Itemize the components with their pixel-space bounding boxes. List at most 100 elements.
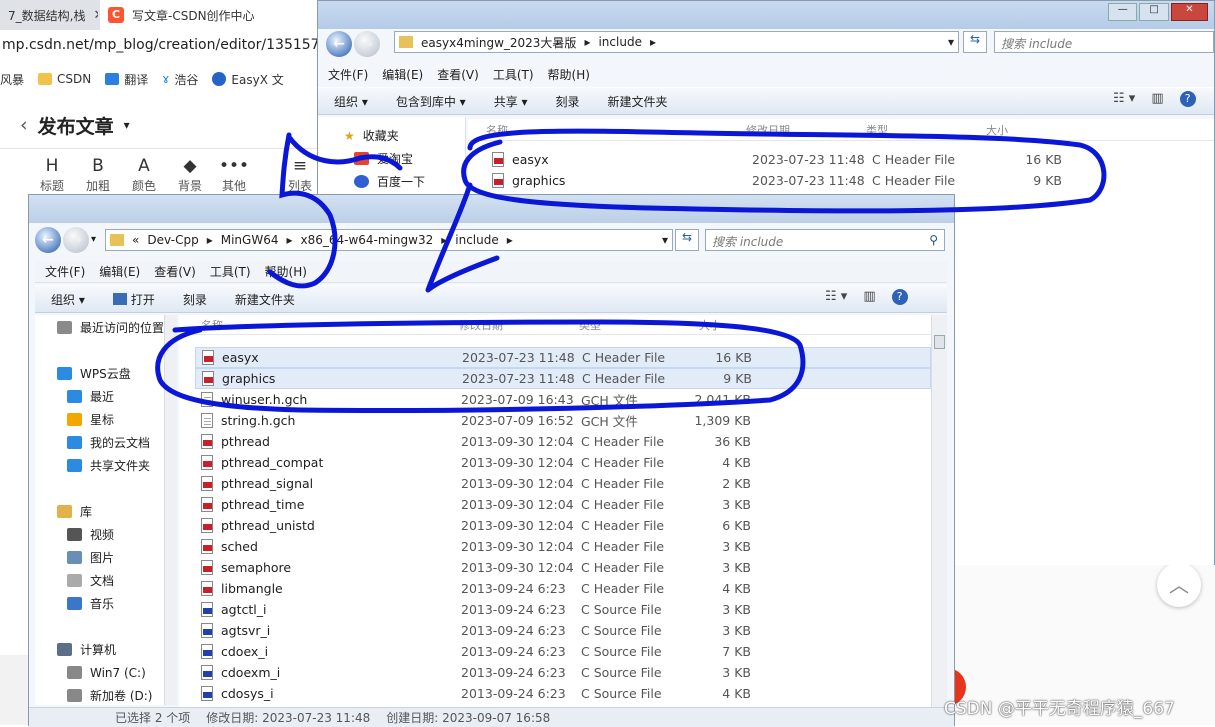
more-button[interactable]: ••• 其他 xyxy=(214,155,254,194)
column-name[interactable]: 名称 xyxy=(486,122,746,138)
search-input[interactable]: 搜索 include xyxy=(994,31,1214,53)
background-button[interactable]: ◆ 背景 xyxy=(170,155,210,194)
file-row[interactable]: graphics 2023-07-23 11:48 C Header File 9 K… xyxy=(195,368,931,389)
file-row[interactable]: libmangle 2013-09-24 6:23 C Header File 4 K… xyxy=(195,578,931,599)
file-row[interactable]: cdosys_i 2013-09-24 6:23 C Source File 4 KB xyxy=(195,683,931,704)
file-row[interactable]: easyx 2023-07-23 11:48 C Header File 16 … xyxy=(468,149,1214,170)
back-chevron-icon[interactable]: ‹ xyxy=(20,114,28,136)
heading-button[interactable]: H 标题 xyxy=(32,155,72,194)
chevron-down-icon[interactable]: ▾ xyxy=(948,35,954,49)
open-button[interactable]: 打开 xyxy=(112,291,155,308)
scroll-top-icon[interactable]: ︿ xyxy=(1157,563,1201,607)
chevron-down-icon[interactable]: ▾ xyxy=(662,233,668,247)
file-row[interactable]: agtsvr_i 2013-09-24 6:23 C Source File 3 KB xyxy=(195,620,931,641)
nav-item[interactable]: 图片 xyxy=(35,546,176,569)
file-row[interactable]: semaphore 2013-09-30 12:04 C Header File 3 … xyxy=(195,557,931,578)
bookmark-item[interactable]: EasyX 文 xyxy=(212,71,284,88)
column-type[interactable]: 类型 xyxy=(866,122,986,138)
organize-button[interactable]: 组织 ▾ xyxy=(51,291,85,308)
menu-item[interactable]: 文件(F) xyxy=(328,66,368,83)
column-name[interactable]: 名称 xyxy=(201,317,459,333)
nav-item[interactable]: 百度一下 xyxy=(318,170,465,193)
menu-item[interactable]: 查看(V) xyxy=(154,263,196,280)
organize-button[interactable]: 组织 ▾ xyxy=(334,93,368,110)
file-row[interactable]: agtctl_i 2013-09-24 6:23 C Source File 3 KB xyxy=(195,599,931,620)
refresh-icon[interactable]: ⇆ xyxy=(963,31,987,53)
nav-item[interactable]: 库 xyxy=(35,500,176,523)
menu-item[interactable]: 文件(F) xyxy=(45,263,85,280)
list-button[interactable]: ≡ 列表 xyxy=(280,155,320,194)
forward-arrow-icon[interactable]: → xyxy=(63,227,89,253)
bookmark-item[interactable]: CSDN xyxy=(38,72,91,86)
menu-item[interactable]: 编辑(E) xyxy=(382,66,423,83)
file-row[interactable]: pthread_unistd 2013-09-30 12:04 C Header F… xyxy=(195,515,931,536)
file-row[interactable]: winuser.h.gch 2023-07-09 16:43 GCH 文件 2,041… xyxy=(195,389,931,410)
bookmark-item[interactable]: 风暴 xyxy=(0,71,24,88)
file-row[interactable]: sched 2013-09-30 12:04 C Header File 3 KB xyxy=(195,536,931,557)
browser-tab-active[interactable]: C 写文章-CSDN创作中心 xyxy=(100,0,318,30)
nav-item[interactable]: 共享文件夹 xyxy=(35,454,176,477)
share-button[interactable]: 共享 ▾ xyxy=(494,93,528,110)
nav-scrollbar[interactable] xyxy=(164,315,177,705)
nav-item[interactable]: 最近访问的位置 xyxy=(35,316,176,339)
chevron-down-icon[interactable]: ▾ xyxy=(91,227,96,253)
file-row[interactable]: pthread_signal 2013-09-30 12:04 C Header F… xyxy=(195,473,931,494)
burn-button[interactable]: 刻录 xyxy=(556,93,580,110)
back-arrow-icon[interactable]: ← xyxy=(326,31,352,57)
view-options-icon[interactable]: ☷ ▾ xyxy=(1113,91,1135,107)
search-input[interactable]: 搜索 include ⚲ xyxy=(705,229,945,251)
address-bar[interactable]: mp.csdn.net/mp_blog/creation/editor/1351… xyxy=(0,32,318,60)
close-icon[interactable]: ✕ xyxy=(93,8,98,23)
nav-item[interactable]: 音乐 xyxy=(35,592,176,615)
chevron-down-icon[interactable]: ▾ xyxy=(124,118,130,132)
breadcrumb-item[interactable]: x86_64-w64-mingw32 xyxy=(301,233,434,247)
favorites-item[interactable]: ★ 收藏夹 xyxy=(318,124,465,147)
menu-item[interactable]: 工具(T) xyxy=(210,263,251,280)
color-button[interactable]: A 颜色 xyxy=(124,155,164,194)
address-path[interactable]: easyx4mingw_2023大暑版 ▸ include ▸ ▾ xyxy=(394,31,959,53)
bookmark-item[interactable]: ɤ 浩谷 xyxy=(162,71,198,88)
menu-item[interactable]: 编辑(E) xyxy=(99,263,140,280)
forward-arrow-icon[interactable]: → xyxy=(354,31,380,57)
menu-item[interactable]: 帮助(H) xyxy=(548,66,590,83)
file-row[interactable]: string.h.gch 2023-07-09 16:52 GCH 文件 1,309 … xyxy=(195,410,931,431)
nav-item[interactable]: 爱淘宝 xyxy=(318,147,465,170)
file-row[interactable]: cdoex_i 2013-09-24 6:23 C Source File 7 KB xyxy=(195,641,931,662)
search-icon[interactable]: ⚲ xyxy=(929,233,938,247)
nav-item[interactable]: 我的云文档 xyxy=(35,431,176,454)
bookmark-item[interactable]: 翻译 xyxy=(105,71,148,88)
bold-button[interactable]: B 加粗 xyxy=(78,155,118,194)
preview-pane-icon[interactable]: ▥ xyxy=(1151,91,1163,107)
nav-item[interactable]: 新加卷 (D:) xyxy=(35,684,176,705)
refresh-icon[interactable]: ⇆ xyxy=(675,229,699,251)
burn-button[interactable]: 刻录 xyxy=(183,291,207,308)
breadcrumb-item[interactable]: include xyxy=(598,35,641,49)
address-path[interactable]: « Dev-Cpp ▸ MinGW64 ▸ x86_64-w64-mingw32 ▸ … xyxy=(105,229,673,251)
nav-item[interactable]: Win7 (C:) xyxy=(35,661,176,684)
help-icon[interactable]: ? xyxy=(1179,91,1196,107)
column-type[interactable]: 类型 xyxy=(579,317,699,333)
breadcrumb-item[interactable]: easyx4mingw_2023大暑版 xyxy=(421,34,576,51)
column-size[interactable]: 大小 xyxy=(699,317,779,333)
file-list-scrollbar[interactable] xyxy=(931,315,947,707)
file-row[interactable]: pthread_time 2013-09-30 12:04 C Header Fil… xyxy=(195,494,931,515)
include-library-button[interactable]: 包含到库中 ▾ xyxy=(396,93,466,110)
breadcrumb-overflow[interactable]: « xyxy=(132,233,139,247)
menu-item[interactable]: 查看(V) xyxy=(437,66,479,83)
preview-pane-icon[interactable]: ▥ xyxy=(863,289,875,305)
file-row[interactable]: cdoexm_i 2013-09-24 6:23 C Source File 3 KB xyxy=(195,662,931,683)
menu-item[interactable]: 工具(T) xyxy=(493,66,534,83)
nav-item[interactable]: 文档 xyxy=(35,569,176,592)
breadcrumb-item[interactable]: MinGW64 xyxy=(221,233,279,247)
new-folder-button[interactable]: 新建文件夹 xyxy=(235,291,295,308)
breadcrumb-item[interactable]: include xyxy=(455,233,498,247)
file-row[interactable]: graphics 2023-07-23 11:48 C Header File … xyxy=(468,170,1214,191)
close-icon[interactable]: ✕ xyxy=(1170,3,1208,21)
scrollbar-thumb[interactable] xyxy=(934,335,945,349)
breadcrumb-item[interactable]: Dev-Cpp xyxy=(147,233,198,247)
nav-item[interactable]: 星标 xyxy=(35,408,176,431)
maximize-icon[interactable]: □ xyxy=(1139,3,1169,21)
nav-item[interactable]: 最近 xyxy=(35,385,176,408)
file-row[interactable]: pthread 2013-09-30 12:04 C Header File 36 K… xyxy=(195,431,931,452)
help-icon[interactable]: ? xyxy=(891,289,908,305)
